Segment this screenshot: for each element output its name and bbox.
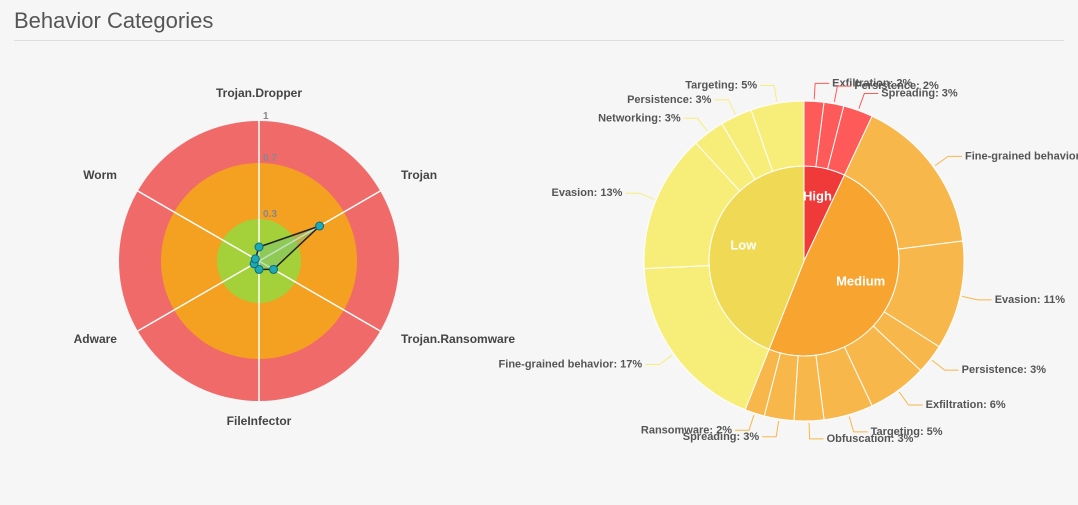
leader-line	[849, 417, 867, 432]
leader-line	[762, 421, 779, 437]
section-title: Behavior Categories	[14, 8, 1064, 41]
leader-line	[625, 193, 654, 199]
sunburst-outer-label: Networking: 3%	[598, 112, 681, 124]
leader-line	[932, 360, 959, 370]
sunburst-inner-label: High	[803, 189, 832, 204]
radar-axis-label: Trojan.Dropper	[216, 86, 302, 100]
radar-axis-label: Trojan	[401, 168, 437, 182]
leader-line	[809, 423, 824, 439]
sunburst-outer-label: Evasion: 13%	[551, 187, 622, 199]
leader-line	[859, 94, 878, 109]
radar-point	[316, 222, 324, 230]
leader-line	[735, 415, 754, 430]
radar-tick-label: 1	[263, 111, 269, 122]
sunburst-outer-label: Ransomware: 2%	[641, 424, 732, 436]
leader-line	[645, 355, 672, 364]
charts-row: Trojan.Dropper Trojan Trojan.Ransomware Fil…	[14, 61, 1064, 481]
leader-line	[899, 392, 922, 405]
leader-line	[814, 83, 829, 99]
leader-line	[714, 100, 735, 114]
radar-tick-label: 0.7	[263, 153, 277, 164]
leader-line	[684, 118, 708, 131]
leader-line	[962, 296, 992, 299]
sunburst-outer-label: Fine-grained behavior: 17%	[499, 359, 643, 371]
sunburst-outer-label: Exfiltration: 6%	[926, 399, 1006, 411]
sunburst-chart: HighMediumLowExfiltration: 2%Persistence…	[534, 61, 1074, 481]
sunburst-outer-label: Spreading: 3%	[881, 88, 958, 100]
sunburst-inner-label: Low	[730, 237, 757, 252]
leader-line	[935, 156, 962, 165]
sunburst-panel: HighMediumLowExfiltration: 2%Persistence…	[534, 61, 1074, 481]
radar-tick-label: 0.3	[263, 209, 277, 220]
radar-point	[251, 255, 259, 263]
page-root: Behavior Categories Trojan.DropperTrojan…	[0, 0, 1078, 505]
radar-axis-label: Worm	[83, 168, 117, 182]
sunburst-outer-label: Persistence: 3%	[627, 94, 712, 106]
radar-point	[270, 265, 278, 273]
radar-panel: Trojan.Dropper Trojan Trojan.Ransomware Fil…	[14, 61, 514, 481]
sunburst-outer-label: Persistence: 3%	[962, 364, 1047, 376]
radar-axis-label: Trojan.Ransomware	[401, 332, 515, 346]
sunburst-inner-label: Medium	[836, 274, 885, 289]
radar-axis-label: Adware	[74, 332, 118, 346]
sunburst-outer-label: Obfuscation: 3%	[827, 433, 914, 445]
radar-axis-label: FileInfector	[227, 414, 292, 428]
radar-chart: Trojan.Dropper Trojan Trojan.Ransomware Fil…	[14, 61, 514, 481]
sunburst-outer-label: Fine-grained behavior: 16%	[965, 150, 1078, 162]
sunburst-outer-label: Targeting: 5%	[685, 80, 757, 92]
sunburst-outer-label: Evasion: 11%	[995, 294, 1066, 306]
radar-point	[255, 243, 263, 251]
leader-line	[760, 86, 777, 102]
